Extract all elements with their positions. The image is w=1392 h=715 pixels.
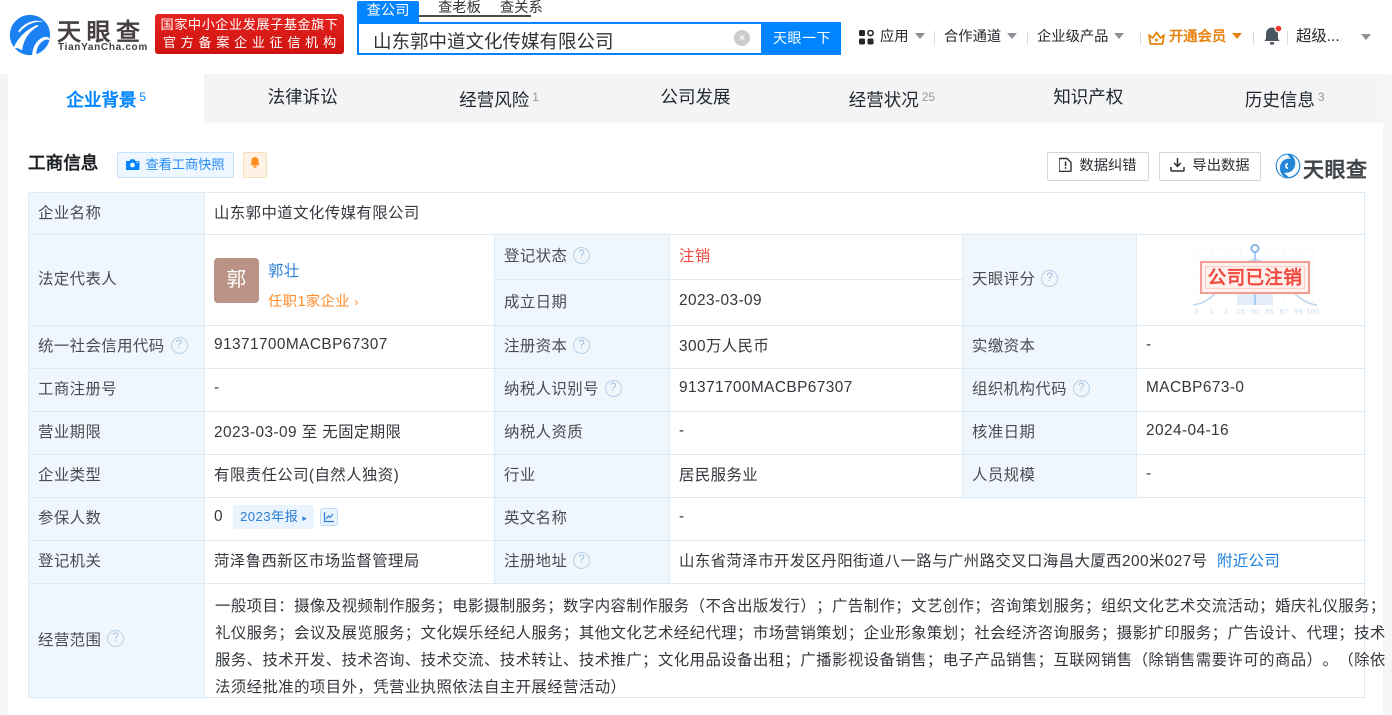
svg-text:85: 85: [1265, 307, 1274, 315]
svg-text:0: 0: [1195, 307, 1199, 315]
svg-text:15: 15: [1236, 307, 1245, 315]
svg-text:97: 97: [1280, 307, 1289, 315]
svg-text:1: 1: [1209, 307, 1213, 315]
svg-text:100: 100: [1306, 307, 1319, 315]
svg-text:3: 3: [1224, 307, 1228, 315]
svg-text:99: 99: [1294, 307, 1303, 315]
svg-text:50: 50: [1251, 307, 1260, 315]
